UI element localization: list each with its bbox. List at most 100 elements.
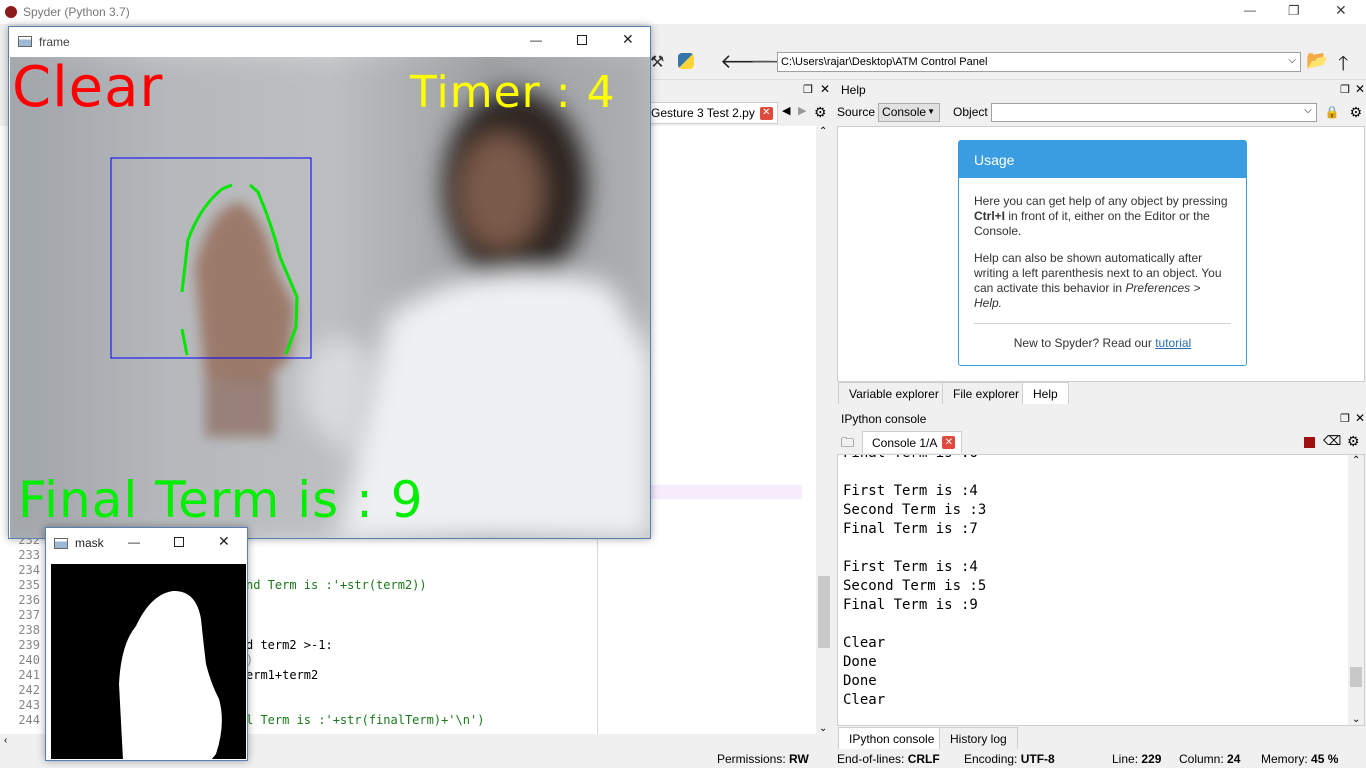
- window-app-icon: [54, 537, 68, 549]
- scroll-up-icon[interactable]: ⌃: [1352, 455, 1360, 466]
- working-directory-combo[interactable]: C:\Users\rajar\Desktop\ATM Control Panel…: [777, 52, 1301, 72]
- console-line: Done: [843, 673, 877, 689]
- app-title: Spyder (Python 3.7): [23, 5, 130, 19]
- help-title-text: Help: [841, 83, 866, 97]
- tab-variable-explorer[interactable]: Variable explorer: [838, 382, 950, 404]
- maximize-button[interactable]: [577, 35, 587, 45]
- frame-window[interactable]: frame — ✕ Clear Timer : 4 Final Term is …: [8, 26, 651, 539]
- lock-icon[interactable]: 🔒: [1325, 105, 1340, 119]
- minimize-button[interactable]: —: [530, 33, 542, 47]
- console-line: Final Term is :7: [843, 521, 978, 537]
- maximize-button[interactable]: [174, 537, 184, 547]
- close-pane-icon[interactable]: ✕: [820, 82, 830, 96]
- scroll-down-icon[interactable]: ⌄: [1352, 714, 1360, 725]
- stop-icon[interactable]: [1304, 437, 1315, 448]
- usage-text: New to Spyder? Read our: [1013, 336, 1156, 350]
- status-label: Encoding:: [964, 752, 1018, 766]
- tab-ipython-console[interactable]: IPython console: [838, 727, 946, 749]
- close-tab-icon[interactable]: ✕: [942, 436, 956, 449]
- folder-icon[interactable]: 🗀: [841, 434, 854, 456]
- undock-icon[interactable]: ❐: [803, 83, 813, 96]
- mask-title-bar[interactable]: mask — ✕: [46, 528, 247, 558]
- help-pane-title: Help: [836, 80, 1366, 100]
- minimize-button[interactable]: —: [1244, 3, 1256, 17]
- status-label: Permissions:: [717, 752, 786, 766]
- tab-history-log[interactable]: History log: [939, 727, 1018, 749]
- scroll-left-icon[interactable]: ‹: [4, 735, 7, 746]
- scroll-thumb[interactable]: [818, 576, 830, 648]
- tab-file-explorer[interactable]: File explorer: [942, 382, 1031, 404]
- usage-key: Ctrl+I: [974, 209, 1006, 223]
- gear-icon[interactable]: ⚙: [814, 104, 827, 121]
- scroll-down-icon[interactable]: ⌄: [819, 723, 827, 734]
- mask-window[interactable]: mask — ✕: [45, 527, 248, 761]
- console-title-text: IPython console: [841, 412, 927, 426]
- close-button[interactable]: ✕: [1335, 2, 1347, 19]
- camera-frame: Clear Timer : 4 Final Term is : 9: [10, 57, 650, 538]
- code-text: l Term is :'+str(finalTerm)+'\n'): [246, 712, 485, 727]
- close-pane-icon[interactable]: ✕: [1355, 82, 1365, 96]
- line-number: 242: [18, 682, 40, 697]
- object-input[interactable]: ⌵: [990, 102, 1317, 122]
- tab-scroll-left-icon[interactable]: ◀: [782, 104, 790, 117]
- status-column: Column: 24: [1179, 752, 1240, 766]
- help-toolbar: Source Console ▼ Object ⌵ 🔒 ⚙: [836, 101, 1366, 123]
- console-line: Second Term is :3: [843, 502, 987, 518]
- line-number: 240: [18, 652, 40, 667]
- close-button[interactable]: ✕: [218, 533, 230, 550]
- close-pane-icon[interactable]: ✕: [1355, 411, 1365, 425]
- status-label: Memory:: [1261, 752, 1308, 766]
- camera-scene: [10, 57, 650, 538]
- help-content: Usage Here you can get help of any objec…: [837, 126, 1365, 382]
- console-scrollbar[interactable]: ⌃ ⌄: [1348, 455, 1364, 725]
- tab-scroll-right-icon[interactable]: ▶: [798, 104, 806, 117]
- frame-title-bar[interactable]: frame — ✕: [9, 27, 650, 56]
- console-line: Final Term is :9: [843, 597, 978, 613]
- minimize-button[interactable]: —: [128, 535, 140, 549]
- status-eol: End-of-lines: CRLF: [837, 752, 940, 766]
- gear-icon[interactable]: ⚙: [1347, 433, 1360, 450]
- tab-label: IPython console: [849, 731, 935, 746]
- code-text: nd Term is :'+str(term2)): [246, 577, 427, 592]
- eraser-icon[interactable]: ⌫: [1323, 433, 1341, 449]
- editor-scrollbar[interactable]: ⌃ ⌄: [816, 126, 832, 734]
- close-tab-icon[interactable]: ✕: [759, 106, 773, 120]
- line-number: 236: [18, 592, 40, 607]
- python-icon[interactable]: [678, 53, 694, 69]
- console-line: Done: [843, 654, 877, 670]
- status-encoding: Encoding: UTF-8: [964, 752, 1055, 766]
- editor-tab-label: Gesture 3 Test 2.py: [651, 106, 755, 120]
- tools-icon[interactable]: ⚒: [650, 52, 664, 72]
- status-label: Line:: [1112, 752, 1139, 766]
- status-line: Line: 229: [1112, 752, 1161, 766]
- editor-tab[interactable]: Gesture 3 Test 2.py ✕: [646, 102, 778, 124]
- restore-button[interactable]: ❐: [1288, 3, 1300, 19]
- console-line: Second Term is :5: [843, 578, 987, 594]
- usage-paragraph-1: Here you can get help of any object by p…: [974, 194, 1231, 239]
- undock-icon[interactable]: ❐: [1340, 412, 1350, 425]
- gear-icon[interactable]: ⚙: [1350, 104, 1363, 121]
- status-memory: Memory: 45 %: [1261, 752, 1338, 766]
- line-number: 237: [18, 607, 40, 622]
- tab-help[interactable]: Help: [1022, 382, 1069, 404]
- line-number: 234: [18, 562, 40, 577]
- folder-open-icon[interactable]: 📂: [1306, 50, 1328, 71]
- usage-box: Usage Here you can get help of any objec…: [958, 140, 1247, 366]
- scroll-thumb[interactable]: [1350, 667, 1362, 687]
- line-number: 241: [18, 667, 40, 682]
- up-arrow-icon[interactable]: 🡑: [1338, 49, 1348, 83]
- source-select[interactable]: Console ▼: [878, 102, 941, 122]
- spyder-title-bar: Spyder (Python 3.7) — ❐ ✕: [0, 0, 1366, 24]
- undock-icon[interactable]: ❐: [1340, 83, 1350, 96]
- console-tab-label: Console 1/A: [872, 435, 938, 450]
- close-button[interactable]: ✕: [622, 31, 634, 48]
- console-output[interactable]: Final Term is :6 First Term is :4 Second…: [837, 454, 1365, 726]
- usage-text: in front of it, either on the Editor or …: [974, 209, 1210, 238]
- help-pane: Help ❐ ✕ Source Console ▼ Object ⌵ 🔒 ⚙ U…: [836, 80, 1366, 404]
- chevron-down-icon: ⌵: [1288, 55, 1296, 66]
- scroll-up-icon[interactable]: ⌃: [819, 126, 827, 137]
- tutorial-link[interactable]: tutorial: [1155, 336, 1191, 350]
- console-tab[interactable]: Console 1/A ✕: [862, 431, 963, 453]
- console-line: Clear: [843, 635, 886, 651]
